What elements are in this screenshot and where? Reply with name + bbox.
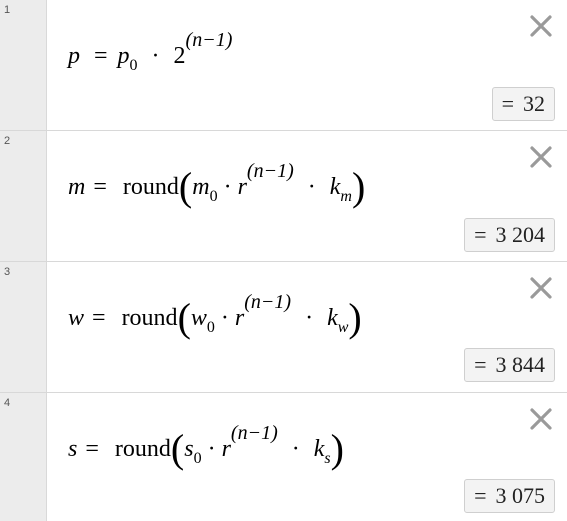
expression-item-2[interactable]: 2 m = round(m0 · r(n−1) · km) = 3 204 (0, 131, 567, 262)
delete-expression-button[interactable] (529, 14, 553, 38)
expression-gutter: 3 (0, 262, 47, 392)
right-paren: ) (351, 164, 366, 209)
formula[interactable]: w = round(w0 · r(n−1) · kw) (68, 292, 362, 340)
round-function: round (121, 305, 178, 331)
delete-expression-button[interactable] (529, 276, 553, 300)
round-function: round (122, 174, 179, 200)
left-paren: ( (178, 164, 193, 209)
close-x-icon (530, 146, 552, 168)
round-function: round (114, 436, 171, 462)
evaluation-result: = 3 204 (464, 218, 555, 252)
formula[interactable]: p = p0 · 2(n−1) (68, 30, 232, 74)
formula-r: r (221, 436, 231, 462)
formula-var: w (190, 305, 207, 331)
expression-number: 3 (4, 266, 11, 278)
expression-item-1[interactable]: 1 p = p0 · 2(n−1) = 32 (0, 0, 567, 131)
result-value: 3 075 (495, 483, 546, 508)
delete-expression-button[interactable] (529, 145, 553, 169)
formula-lhs: m (68, 174, 86, 200)
expression-gutter: 4 (0, 393, 47, 521)
formula-k: k (313, 436, 325, 462)
formula-var: m (192, 174, 210, 200)
equals-sign: = (92, 305, 106, 331)
close-x-icon (530, 15, 552, 37)
expression-number: 2 (4, 135, 11, 147)
base-subscript: 0 (129, 57, 138, 74)
formula-exponent: (n−1) (246, 160, 294, 182)
formula-lhs: w (68, 305, 85, 331)
formula-lhs: s (68, 436, 78, 462)
formula-k: k (329, 174, 341, 200)
equals-sign: = (93, 174, 107, 200)
formula-exponent: (n−1) (230, 422, 278, 444)
formula-r: r (237, 174, 247, 200)
expression-gutter: 2 (0, 131, 47, 261)
formula-base: p (117, 43, 130, 69)
equals-sign: = (85, 436, 99, 462)
close-x-icon (530, 277, 552, 299)
evaluation-result: = 32 (491, 87, 555, 121)
expression-gutter: 1 (0, 0, 47, 130)
formula[interactable]: m = round(m0 · r(n−1) · km) (68, 161, 366, 209)
close-x-icon (530, 408, 552, 430)
multiply-dot: · (151, 43, 160, 69)
expression-list: 1 p = p0 · 2(n−1) = 32 2 m = round(m0 · r(n−1… (0, 0, 567, 521)
left-paren: ( (170, 426, 185, 471)
expression-item-4[interactable]: 4 s = round(s0 · r(n−1) · ks) = 3 075 (0, 393, 567, 521)
formula-k: k (327, 305, 338, 331)
formula-lhs: p (68, 43, 80, 69)
formula-var: s (184, 436, 194, 462)
formula-two: 2 (173, 43, 186, 69)
formula-exponent: (n−1) (244, 291, 292, 313)
evaluation-result: = 3 844 (464, 348, 555, 382)
expression-number: 1 (4, 4, 11, 16)
formula-r: r (234, 305, 245, 331)
right-paren: ) (330, 426, 344, 471)
right-paren: ) (348, 295, 362, 340)
expression-number: 4 (4, 397, 11, 409)
evaluation-result: = 3 075 (464, 479, 555, 513)
formula[interactable]: s = round(s0 · r(n−1) · ks) (68, 423, 344, 471)
result-value: 3 844 (495, 352, 546, 377)
delete-expression-button[interactable] (529, 407, 553, 431)
formula-exponent: (n−1) (185, 29, 233, 51)
left-paren: ( (177, 295, 191, 340)
result-value: 3 204 (495, 222, 546, 247)
result-value: 32 (523, 91, 545, 116)
expression-item-3[interactable]: 3 w = round(w0 · r(n−1) · kw) = 3 844 (0, 262, 567, 393)
equals-sign: = (94, 43, 108, 69)
